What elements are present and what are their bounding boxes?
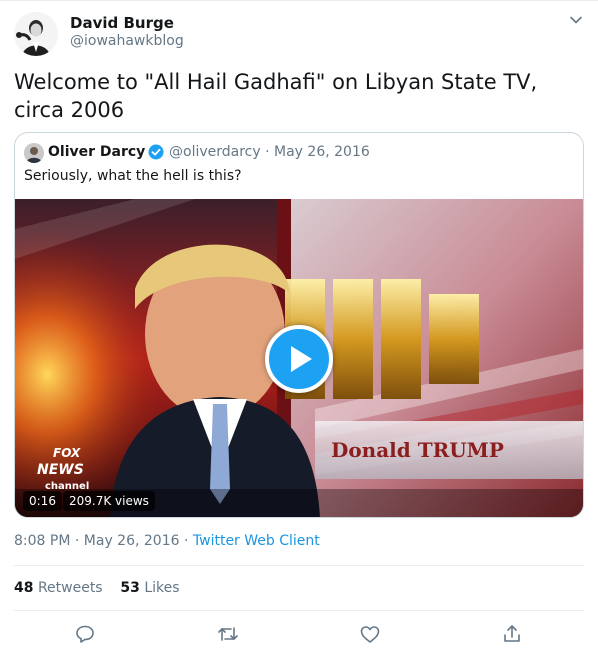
quoted-handle[interactable]: @oliverdarcy (169, 144, 261, 160)
retweets-count: 48 (14, 580, 34, 596)
client-link[interactable]: Twitter Web Client (193, 533, 320, 549)
retweets-stat[interactable]: 48 Retweets (14, 580, 103, 596)
retweet-icon[interactable] (216, 622, 240, 646)
quoted-handle-line: @oliverdarcy · May 26, 2016 (169, 142, 370, 162)
quoted-avatar[interactable] (24, 143, 44, 163)
likes-stat[interactable]: 53 Likes (120, 580, 179, 596)
chevron-down-icon[interactable] (568, 12, 584, 28)
tweet-date[interactable]: May 26, 2016 (84, 533, 180, 549)
quoted-tweet[interactable]: Oliver Darcy @oliverdarcy · May 26, 2016… (14, 132, 584, 518)
svg-text:NEWS: NEWS (37, 462, 84, 478)
separator: · (183, 533, 189, 549)
action-bar (0, 622, 598, 648)
play-icon (291, 346, 312, 372)
tweet-stats: 48 Retweets 53 Likes (14, 578, 180, 598)
top-divider (0, 0, 598, 1)
tweet-meta: 8:08 PM · May 26, 2016 · Twitter Web Cli… (14, 531, 320, 551)
divider (14, 610, 584, 611)
quoted-author-name[interactable]: Oliver Darcy (48, 142, 145, 162)
author-name[interactable]: David Burge (70, 13, 174, 33)
tweet-time[interactable]: 8:08 PM (14, 533, 70, 549)
tweet-text: Welcome to "All Hail Gadhafi" on Libyan … (14, 70, 538, 122)
author-handle[interactable]: @iowahawkblog (70, 31, 184, 51)
video-player[interactable]: Donald TRUMP FOX NEWS channel 0:16 209.7… (15, 199, 583, 517)
quoted-date[interactable]: May 26, 2016 (274, 144, 370, 160)
separator: · (265, 144, 270, 160)
play-button[interactable] (265, 325, 333, 393)
separator: · (74, 533, 80, 549)
retweets-label: Retweets (37, 580, 103, 596)
avatar[interactable] (14, 12, 58, 56)
reply-icon[interactable] (73, 622, 97, 646)
svg-text:FOX: FOX (53, 446, 81, 460)
divider (14, 565, 584, 566)
tweet-header: David Burge @iowahawkblog (14, 12, 584, 56)
avatar-image (14, 12, 58, 56)
like-icon[interactable] (358, 622, 382, 646)
likes-label: Likes (144, 580, 180, 596)
likes-count: 53 (120, 580, 140, 596)
video-caption: Donald TRUMP (331, 438, 504, 462)
share-icon[interactable] (500, 622, 524, 646)
quoted-text: Seriously, what the hell is this? (24, 168, 242, 184)
video-views: 209.7K views (63, 491, 155, 511)
verified-badge-icon (148, 144, 164, 160)
video-duration: 0:16 (23, 491, 62, 511)
